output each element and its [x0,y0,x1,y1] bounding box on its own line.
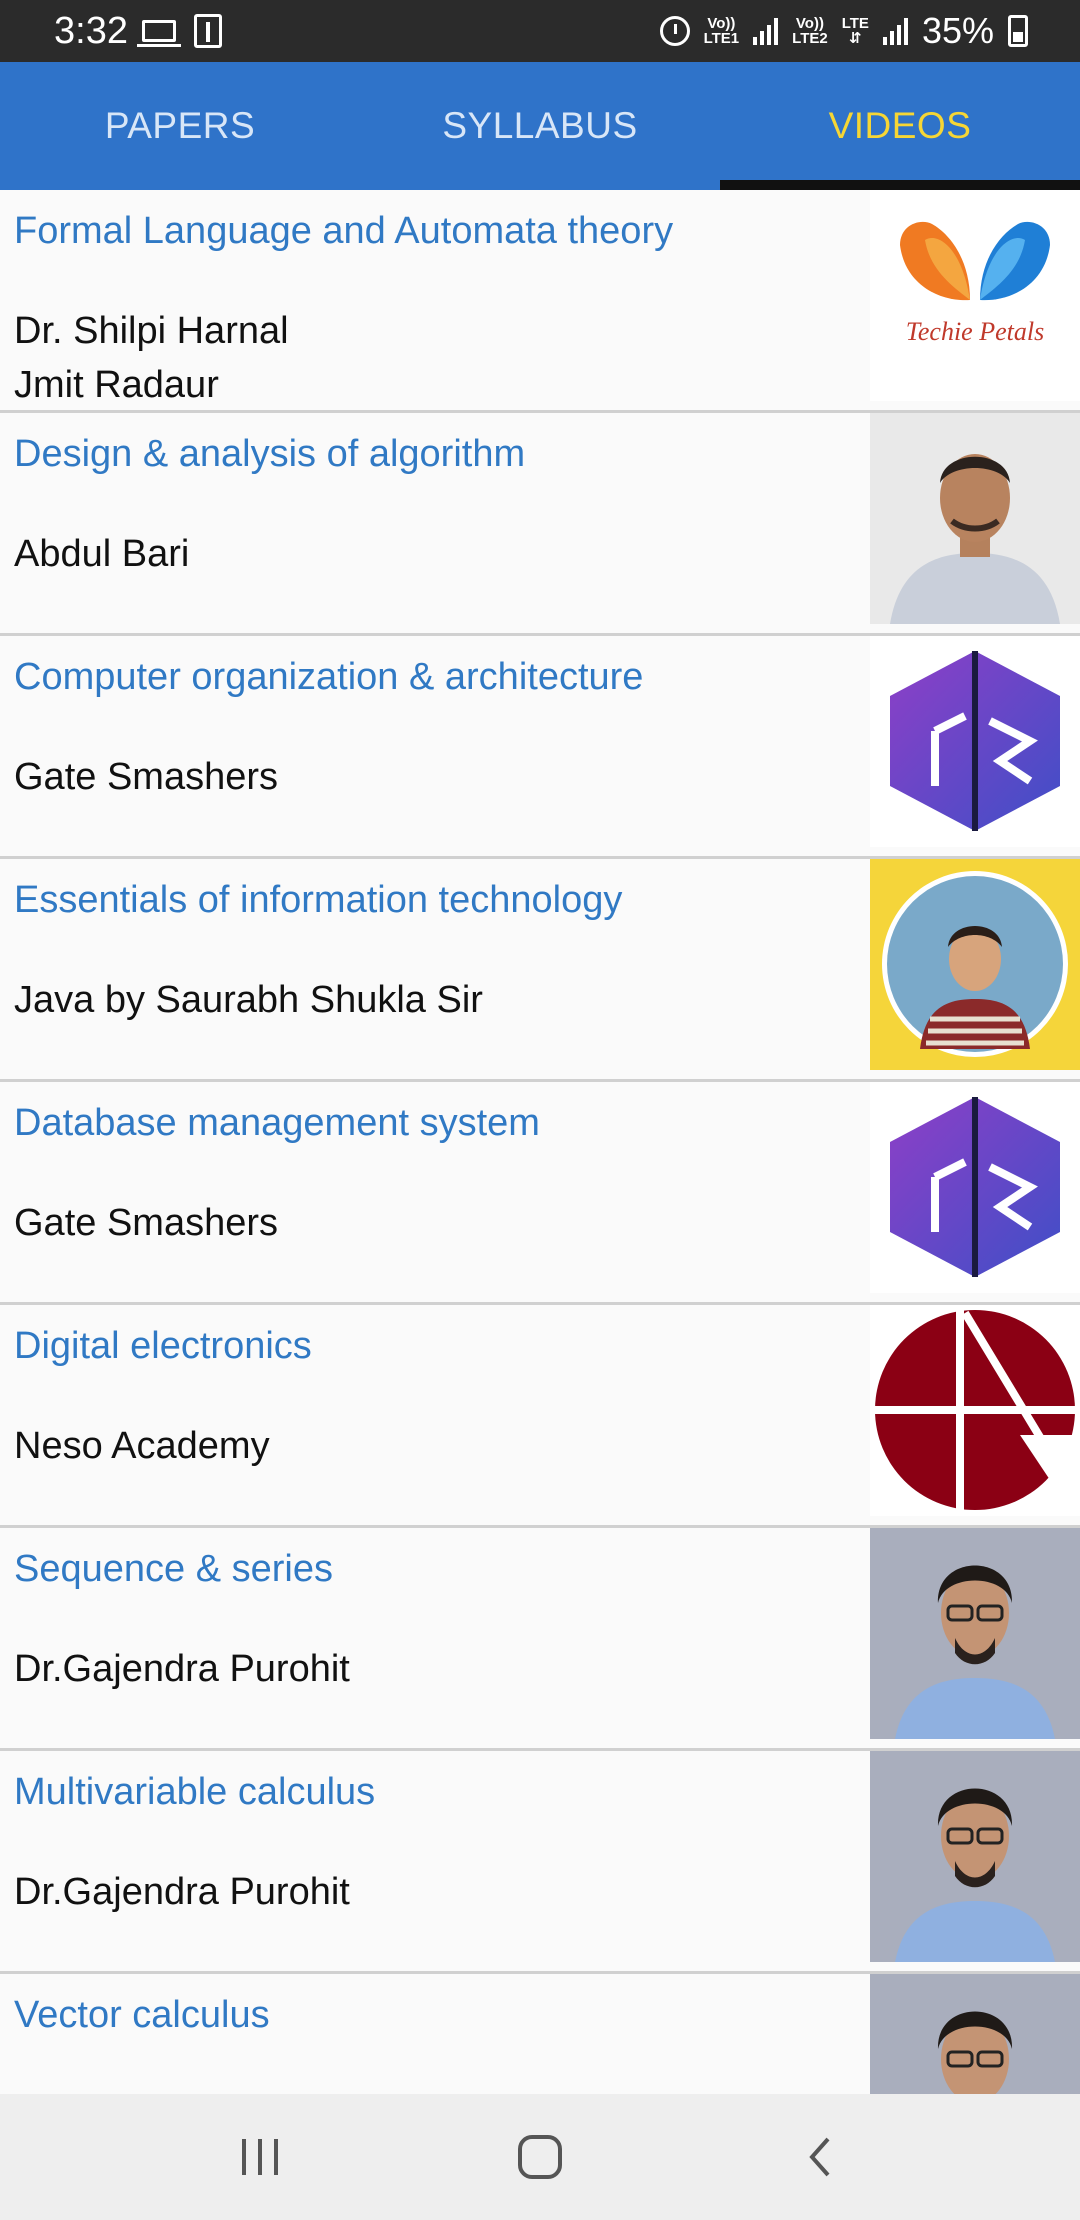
item-author-line: Dr. Shilpi Harnal [14,310,289,352]
home-icon [518,2135,562,2179]
presenter-photo [870,413,1080,624]
gate-smashers-logo [870,636,1080,847]
list-item[interactable]: Design & analysis of algorithm Abdul Bar… [0,413,1080,636]
back-button[interactable] [775,2112,865,2202]
list-item[interactable]: Formal Language and Automata theory Dr. … [0,190,1080,413]
navigation-bar [0,2094,1080,2220]
data-arrows-icon: ⇵ [849,30,862,47]
item-title: Digital electronics [14,1325,312,1367]
presenter-photo [870,1528,1080,1739]
item-author: Gate Smashers [14,1202,278,1244]
neso-academy-logo [870,1305,1080,1516]
usb-icon [193,14,222,48]
battery-icon [1008,15,1028,47]
status-right: Vo)) LTE1 Vo)) LTE2 LTE ⇵ 35% [659,10,1028,52]
volte-sim1: Vo)) LTE1 [704,16,740,46]
signal-icon [753,17,779,45]
home-button[interactable] [495,2112,585,2202]
battery-percent: 35% [921,10,994,51]
item-title: Essentials of information technology [14,879,623,921]
item-author: Gate Smashers [14,756,278,798]
item-title: Vector calculus [14,1994,270,2036]
list-item[interactable]: Sequence & series Dr.Gajendra Purohit [0,1528,1080,1751]
status-time: 3:32 [54,9,128,52]
presenter-photo [870,1974,1080,2094]
status-left: 3:32 [54,10,222,53]
item-title: Sequence & series [14,1548,333,1590]
item-author: Java by Saurabh Shukla Sir [14,979,483,1021]
item-title: Computer organization & architecture [14,656,644,698]
status-bar: 3:32 Vo)) LTE1 Vo)) LTE2 LTE ⇵ 35% [0,0,1080,62]
volte-sim2-bottom: LTE2 [792,30,828,47]
data-indicator: LTE ⇵ [842,16,869,46]
item-author: Abdul Bari [14,533,190,575]
item-author: Neso Academy [14,1425,270,1467]
volte-sim2: Vo)) LTE2 [792,16,828,46]
item-title: Design & analysis of algorithm [14,433,526,475]
list-item[interactable]: Essentials of information technology Jav… [0,859,1080,1082]
item-author: Dr.Gajendra Purohit [14,1871,350,1913]
tab-syllabus[interactable]: SYLLABUS [360,62,720,190]
presenter-photo-circle [870,859,1080,1070]
recent-apps-button[interactable] [215,2112,305,2202]
tab-bar: PAPERS SYLLABUS VIDEOS [0,62,1080,190]
list-item[interactable]: Multivariable calculus Dr.Gajendra Puroh… [0,1751,1080,1974]
item-title: Database management system [14,1102,540,1144]
recent-apps-icon [242,2139,278,2175]
tab-papers[interactable]: PAPERS [0,62,360,190]
item-author: Dr. Shilpi Harnal Jmit Radaur [14,304,864,412]
gate-smashers-logo [870,1082,1080,1293]
back-icon [809,2137,830,2177]
item-title: Formal Language and Automata theory [14,210,674,252]
item-title: Multivariable calculus [14,1771,376,1813]
signal-icon [882,17,908,45]
volte-sim1-bottom: LTE1 [703,30,740,47]
tab-videos[interactable]: VIDEOS [720,62,1080,190]
laptop-icon [136,20,181,47]
presenter-photo [870,1751,1080,1962]
techie-petals-logo: Techie Petals [870,190,1080,401]
thumbnail-text: Techie Petals [906,317,1044,346]
video-list[interactable]: Formal Language and Automata theory Dr. … [0,190,1080,2094]
alarm-icon [659,16,690,46]
list-item[interactable]: Vector calculus [0,1974,1080,2094]
list-item[interactable]: Database management system Gate Smashers [0,1082,1080,1305]
item-author-line: Jmit Radaur [14,364,219,406]
item-author: Dr.Gajendra Purohit [14,1648,350,1690]
list-item[interactable]: Digital electronics Neso Academy [0,1305,1080,1528]
list-item[interactable]: Computer organization & architecture Gat… [0,636,1080,859]
